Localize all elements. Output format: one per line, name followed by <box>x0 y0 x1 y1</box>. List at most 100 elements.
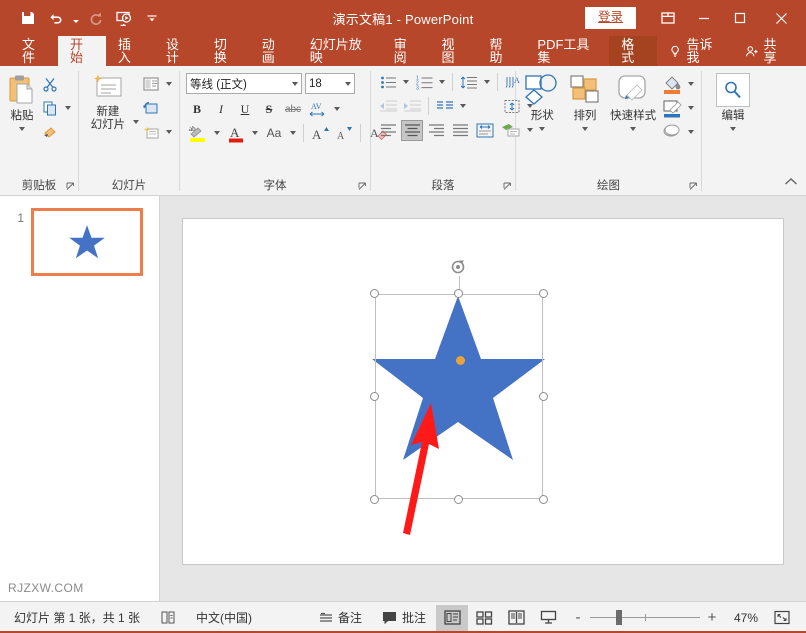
character-spacing-button[interactable]: AV <box>306 99 330 120</box>
resize-handle-n[interactable] <box>454 289 463 298</box>
start-slideshow-icon[interactable] <box>110 4 138 32</box>
strikethrough-button[interactable]: S <box>258 99 280 120</box>
shape-fill-button[interactable] <box>660 74 684 95</box>
editing-dropdown-icon[interactable] <box>730 126 736 131</box>
font-color-dropdown-icon[interactable] <box>250 123 260 144</box>
rotation-handle[interactable] <box>450 258 468 276</box>
tab-file[interactable]: 文件 <box>10 36 58 66</box>
align-left-button[interactable] <box>377 120 399 141</box>
notes-button[interactable]: 备注 <box>309 605 372 631</box>
quick-styles-dropdown-icon[interactable] <box>630 126 637 131</box>
decrease-indent-button[interactable] <box>377 96 399 117</box>
font-name-dropdown-icon[interactable] <box>292 81 298 86</box>
shape-effects-button[interactable] <box>660 122 684 143</box>
italic-button[interactable]: I <box>210 99 232 120</box>
character-spacing-dropdown-icon[interactable] <box>332 99 342 120</box>
arrange-dropdown-icon[interactable] <box>581 126 588 131</box>
reading-view-button[interactable] <box>500 605 532 631</box>
normal-view-button[interactable] <box>436 604 468 631</box>
font-name-combo[interactable]: 等线 (正文) <box>186 73 302 94</box>
shape-outline-dropdown-icon[interactable] <box>686 98 696 119</box>
distribute-columns-button[interactable] <box>473 120 497 141</box>
zoom-percent-label[interactable]: 47% <box>724 611 758 625</box>
tab-view[interactable]: 视图 <box>430 36 478 66</box>
slide-canvas[interactable] <box>183 219 783 564</box>
arrange-button[interactable]: 排列 <box>564 70 607 131</box>
justify-button[interactable] <box>449 120 471 141</box>
resize-handle-sw[interactable] <box>370 495 379 504</box>
section-dropdown-icon[interactable] <box>164 122 174 143</box>
language-label[interactable]: 中文(中国) <box>186 605 262 631</box>
undo-dropdown-icon[interactable] <box>70 4 82 32</box>
format-painter-button[interactable] <box>39 122 61 143</box>
sign-in-button[interactable]: 登录 <box>584 7 636 29</box>
tab-insert[interactable]: 插入 <box>106 36 154 66</box>
align-right-button[interactable] <box>425 120 447 141</box>
copy-button[interactable] <box>39 98 61 119</box>
font-size-dropdown-icon[interactable] <box>345 81 351 86</box>
shape-effects-dropdown-icon[interactable] <box>686 122 696 143</box>
thumbnail-slide-1[interactable] <box>31 208 143 276</box>
text-highlight-color-button[interactable]: ab <box>186 123 210 144</box>
zoom-in-button[interactable]: + <box>706 609 718 626</box>
paragraph-dialog-launcher[interactable] <box>503 182 512 191</box>
columns-dropdown-icon[interactable] <box>458 96 468 117</box>
slide-sorter-view-button[interactable] <box>468 605 500 631</box>
line-spacing-dropdown-icon[interactable] <box>482 72 492 93</box>
new-slide-dropdown-icon[interactable] <box>132 70 140 144</box>
increase-indent-button[interactable] <box>401 96 423 117</box>
increase-font-size-button[interactable]: A <box>309 123 331 144</box>
highlight-dropdown-icon[interactable] <box>212 123 222 144</box>
tab-design[interactable]: 设计 <box>154 36 202 66</box>
clipboard-dialog-launcher[interactable] <box>66 182 75 191</box>
shape-adjustment-handle[interactable] <box>456 356 465 365</box>
ribbon-display-options-icon[interactable] <box>650 0 686 36</box>
comments-button[interactable]: 批注 <box>372 605 436 631</box>
close-icon[interactable] <box>758 0 804 36</box>
tab-animations[interactable]: 动画 <box>250 36 298 66</box>
tab-home[interactable]: 开始 <box>57 36 106 66</box>
resize-handle-nw[interactable] <box>370 289 379 298</box>
new-slide-button[interactable]: 新建 幻灯片 <box>84 70 132 131</box>
tab-format[interactable]: 格式 <box>609 36 658 66</box>
paste-button[interactable]: 粘贴 <box>5 70 39 131</box>
zoom-slider[interactable] <box>590 610 700 625</box>
shapes-button[interactable]: 形状 <box>521 70 564 131</box>
tell-me-button[interactable]: 告诉我 <box>657 38 732 64</box>
slide-count-label[interactable]: 幻灯片 第 1 张，共 1 张 <box>4 605 150 631</box>
editing-button[interactable]: 编辑 <box>710 70 756 131</box>
font-color-button[interactable]: A <box>224 123 248 144</box>
paste-dropdown-icon[interactable] <box>19 126 25 131</box>
align-center-button[interactable] <box>401 119 423 141</box>
tab-review[interactable]: 审阅 <box>382 36 430 66</box>
resize-handle-s[interactable] <box>454 495 463 504</box>
numbering-dropdown-icon[interactable] <box>437 72 447 93</box>
layout-dropdown-icon[interactable] <box>164 74 174 95</box>
shapes-dropdown-icon[interactable] <box>539 126 546 131</box>
cut-button[interactable] <box>39 74 61 95</box>
section-button[interactable] <box>140 122 162 143</box>
redo-icon[interactable] <box>82 4 110 32</box>
resize-handle-e[interactable] <box>539 391 548 401</box>
copy-dropdown-icon[interactable] <box>63 98 73 119</box>
zoom-slider-thumb[interactable] <box>616 610 622 625</box>
bullets-button[interactable] <box>377 72 399 93</box>
font-size-combo[interactable]: 18 <box>305 73 355 94</box>
change-case-dropdown-icon[interactable] <box>288 123 298 144</box>
tab-pdf-tools[interactable]: PDF工具集 <box>525 36 609 66</box>
resize-handle-se[interactable] <box>539 495 548 504</box>
tab-transitions[interactable]: 切换 <box>202 36 250 66</box>
minimize-icon[interactable] <box>686 0 722 36</box>
text-shadow-button[interactable]: abc <box>282 99 304 120</box>
layout-button[interactable] <box>140 74 162 95</box>
tab-help[interactable]: 帮助 <box>477 36 525 66</box>
shape-fill-dropdown-icon[interactable] <box>686 74 696 95</box>
share-button[interactable]: 共享 <box>733 38 799 64</box>
resize-handle-ne[interactable] <box>539 289 548 298</box>
collapse-ribbon-button[interactable] <box>784 176 798 191</box>
quick-styles-button[interactable]: 快速样式 <box>606 70 660 131</box>
numbering-button[interactable]: 123 <box>413 72 435 93</box>
font-dialog-launcher[interactable] <box>358 182 367 191</box>
columns-button[interactable] <box>434 96 456 117</box>
save-icon[interactable] <box>14 4 42 32</box>
